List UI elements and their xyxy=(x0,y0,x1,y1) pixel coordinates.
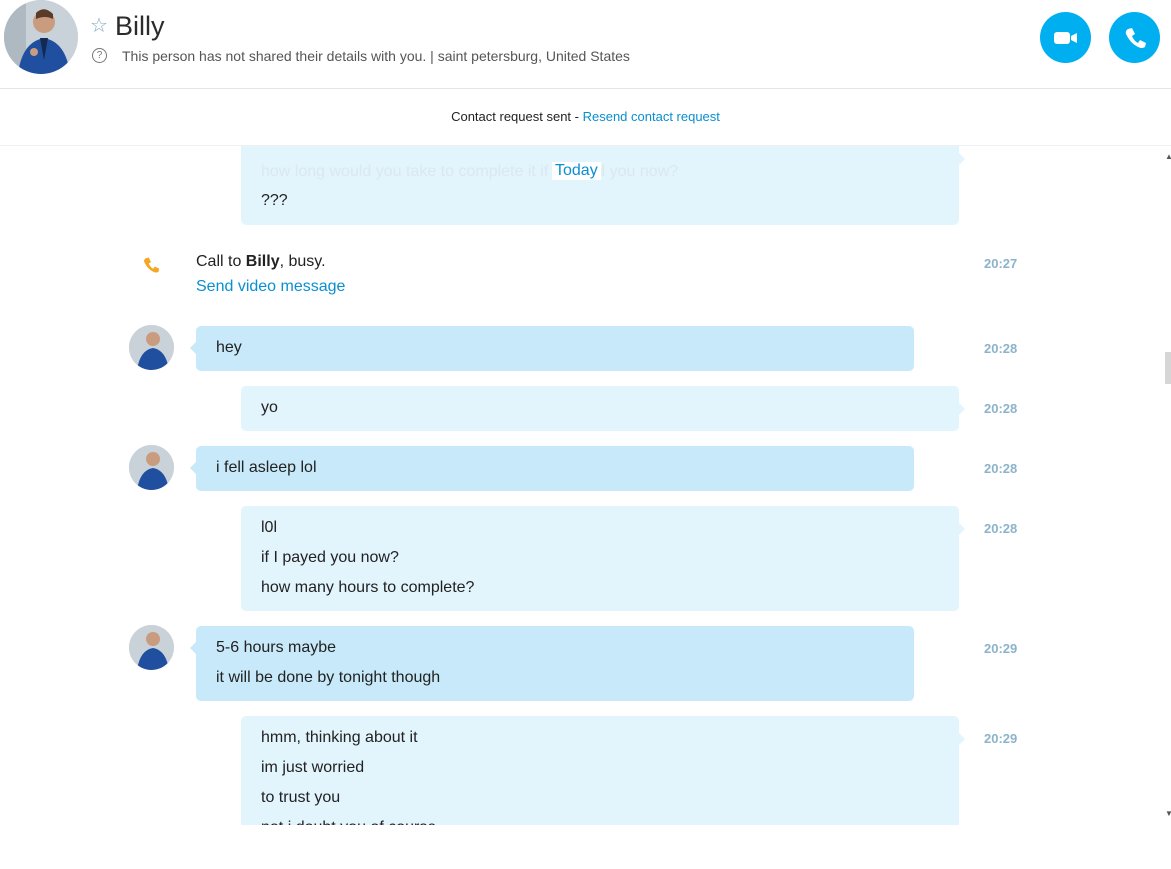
message-timestamp: 20:29 xyxy=(984,731,1018,746)
call-contact-name: Billy xyxy=(245,253,280,270)
contact-avatar[interactable] xyxy=(4,0,78,74)
message-line: i fell asleep lol xyxy=(216,459,317,476)
scroll-up-arrow-icon[interactable]: ▲ xyxy=(1165,152,1171,161)
contact-request-bar: Contact request sent - Resend contact re… xyxy=(0,89,1171,146)
incoming-message: i fell asleep lol xyxy=(190,446,914,491)
message-line: not i doubt you of course xyxy=(261,813,939,825)
contact-avatar-small[interactable] xyxy=(129,325,174,370)
phone-icon xyxy=(144,257,160,273)
faded-previous-message: how long would you take to complete it i… xyxy=(261,163,679,180)
info-icon: ? xyxy=(92,48,107,63)
outgoing-message: yo xyxy=(241,386,965,431)
resend-contact-request-link[interactable]: Resend contact request xyxy=(583,109,720,124)
message-line: hey xyxy=(216,339,242,356)
call-event-text: Call to Billy, busy. xyxy=(196,253,326,270)
message-timestamp: 20:27 xyxy=(984,256,1018,271)
audio-call-button[interactable] xyxy=(1109,12,1160,63)
message-line: if I payed you now? xyxy=(261,549,399,566)
incoming-message: 5-6 hours maybe it will be done by tonig… xyxy=(190,626,914,701)
message-line: hmm, thinking about it xyxy=(261,729,418,746)
contact-avatar-small[interactable] xyxy=(129,445,174,490)
message-timestamp: 20:28 xyxy=(984,341,1018,356)
message-line: it will be done by tonight though xyxy=(216,669,441,686)
date-divider: Today xyxy=(552,162,601,180)
contact-name: Billy xyxy=(115,11,165,41)
scrollbar-thumb[interactable] xyxy=(1165,352,1171,384)
scroll-down-arrow-icon[interactable]: ▼ xyxy=(1165,809,1171,818)
message-timestamp: 20:28 xyxy=(984,401,1018,416)
incoming-message: hey xyxy=(190,326,914,371)
message-timestamp: 20:29 xyxy=(984,641,1018,656)
message-timestamp: 20:28 xyxy=(984,521,1018,536)
outgoing-message: l0l if I payed you now? how many hours t… xyxy=(241,506,965,611)
outgoing-message: hmm, thinking about it im just worried t… xyxy=(241,716,965,825)
contact-details: This person has not shared their details… xyxy=(122,48,630,64)
message-line: im just worried xyxy=(261,759,365,776)
message-line: how many hours to complete? xyxy=(261,579,475,596)
phone-icon xyxy=(1125,27,1146,48)
favorite-star-icon[interactable]: ☆ xyxy=(90,15,108,37)
message-line: l0l xyxy=(261,519,278,536)
message-timestamp: 20:28 xyxy=(984,461,1018,476)
composer-area xyxy=(0,825,1171,869)
message-line: yo xyxy=(261,399,278,416)
outgoing-message: ??? xyxy=(241,146,965,225)
message-line: ??? xyxy=(261,192,288,209)
message-line: 5-6 hours maybe xyxy=(216,639,337,656)
chat-history[interactable]: ??? how long would you take to complete … xyxy=(0,146,1163,825)
video-call-button[interactable] xyxy=(1040,12,1091,63)
video-camera-icon xyxy=(1053,31,1077,44)
send-video-message-link[interactable]: Send video message xyxy=(196,277,345,297)
conversation-header: ☆ Billy ? This person has not shared the… xyxy=(0,0,1171,89)
contact-request-status: Contact request sent - xyxy=(451,109,583,124)
contact-avatar-small[interactable] xyxy=(129,625,174,670)
message-line: to trust you xyxy=(261,789,341,806)
